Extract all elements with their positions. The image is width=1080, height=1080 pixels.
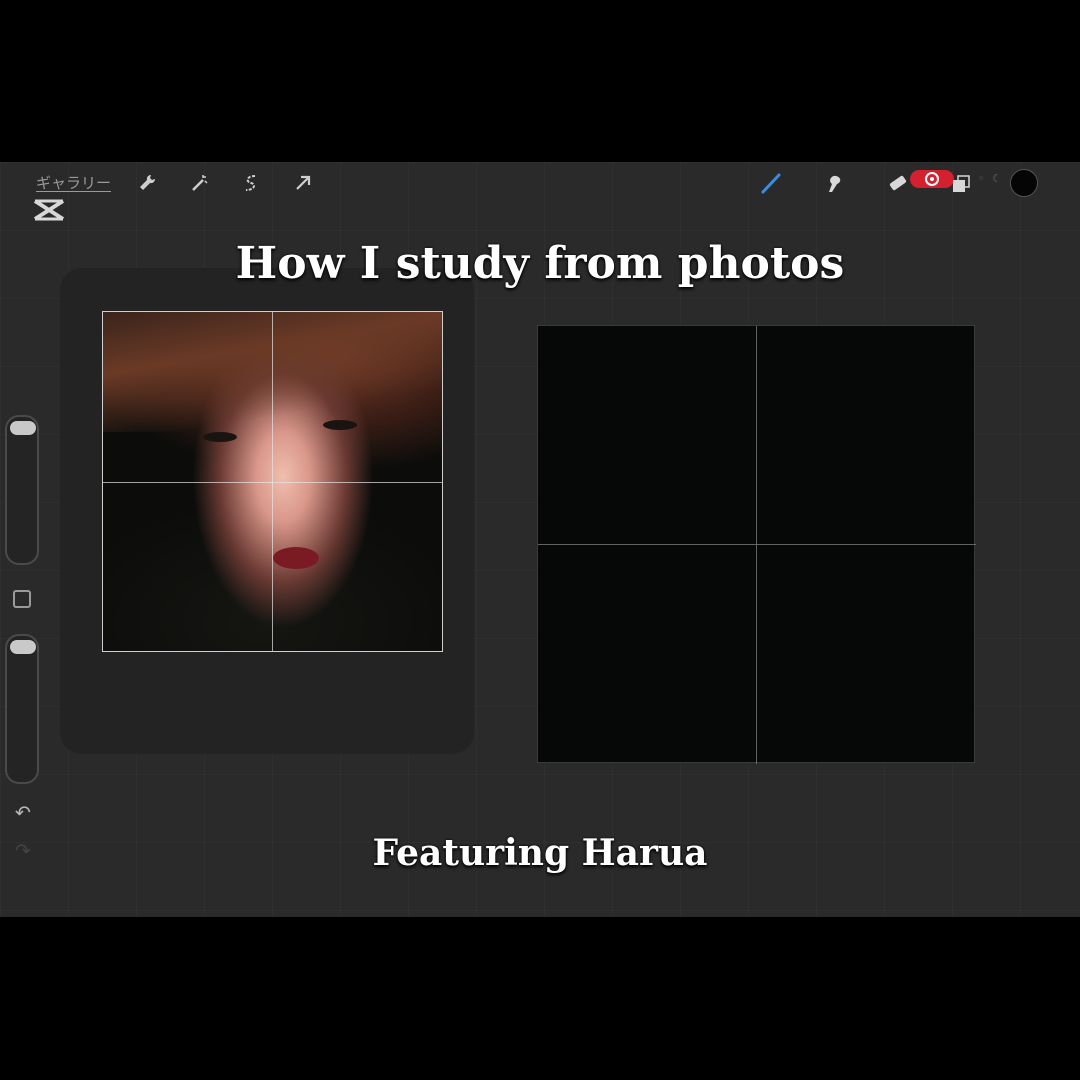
selection-icon[interactable] <box>240 172 262 194</box>
brush-size-slider-thumb[interactable] <box>10 421 36 435</box>
photo-hair <box>103 312 442 432</box>
opacity-slider-thumb[interactable] <box>10 640 36 654</box>
brush-size-slider[interactable] <box>5 415 39 565</box>
reference-photo <box>102 311 443 652</box>
layers-icon[interactable] <box>950 173 972 195</box>
gallery-link[interactable]: ギャラリー <box>36 172 111 193</box>
status-icons: ◦ ☾ <box>978 172 1004 185</box>
eraser-icon[interactable] <box>886 172 908 194</box>
wrench-icon[interactable] <box>136 172 158 194</box>
canvas-grid-vertical <box>756 326 757 764</box>
video-title-overlay: How I study from photos <box>235 238 845 289</box>
brush-icon[interactable] <box>760 172 782 194</box>
modify-button[interactable] <box>13 590 31 608</box>
magic-wand-icon[interactable] <box>188 172 210 194</box>
transform-arrow-icon[interactable] <box>292 172 314 194</box>
drawing-canvas[interactable] <box>537 325 976 764</box>
side-toolbar: ↶ ↷ <box>0 407 46 877</box>
undo-icon[interactable]: ↶ <box>12 802 34 824</box>
capcut-logo-icon <box>32 198 66 222</box>
photo-eye-right <box>323 420 357 430</box>
top-toolbar: ギャラリー ◦ ☾ <box>0 162 1080 204</box>
reference-grid-horizontal <box>103 482 442 483</box>
canvas-grid-horizontal <box>538 544 976 545</box>
video-caption-overlay: Featuring Harua <box>372 832 708 874</box>
photo-eye-left <box>203 432 237 442</box>
photo-lips <box>273 547 319 569</box>
smudge-icon[interactable] <box>823 172 845 194</box>
color-picker-swatch[interactable] <box>1010 169 1038 197</box>
record-icon <box>925 172 939 186</box>
recording-indicator <box>910 170 954 188</box>
opacity-slider[interactable] <box>5 634 39 784</box>
